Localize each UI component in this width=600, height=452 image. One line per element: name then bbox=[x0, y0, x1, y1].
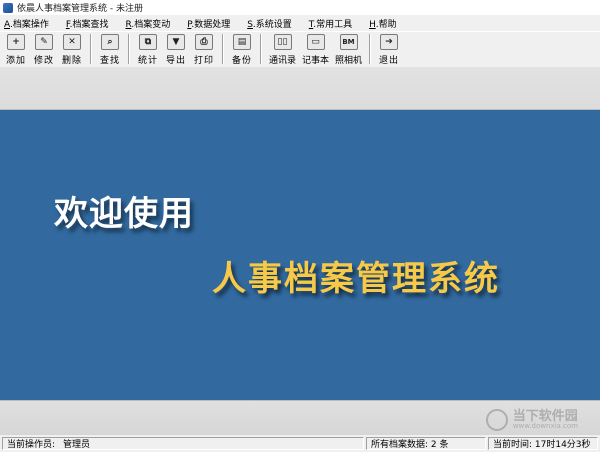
backup-button[interactable]: ▤ 备份 bbox=[228, 32, 256, 66]
notepad-button[interactable]: ▭ 记事本 bbox=[299, 32, 332, 66]
watermark-text: 当下软件园 www.downxia.com bbox=[512, 408, 578, 431]
toolbar-separator bbox=[90, 34, 92, 64]
pencil-icon: ✎ bbox=[35, 34, 53, 50]
magnifier-icon: ⌕ bbox=[101, 34, 119, 50]
welcome-panel: 欢迎使用 人事档案管理系统 bbox=[0, 110, 600, 400]
status-bar: 当前操作员: 管理员 所有档案数据: 2 条 当前时间: 17时14分3秒 bbox=[0, 435, 600, 452]
exit-button[interactable]: ➔ 退出 bbox=[375, 32, 403, 66]
copy-pages-icon: ⧉ bbox=[139, 34, 157, 50]
status-current-time: 当前时间: 17时14分3秒 bbox=[488, 437, 598, 450]
find-button-label: 查找 bbox=[99, 56, 120, 66]
camera-button[interactable]: BM 照相机 bbox=[332, 32, 365, 66]
toolbar: + 添加 ✎ 修改 ✕ 删除 ⌕ 查找 ⧉ 统计 ▼ 导出 ⎙ 打印 ▤ 备份 … bbox=[0, 31, 600, 68]
camera-bm-icon: BM bbox=[339, 34, 358, 50]
menu-system-settings[interactable]: S.系统设置 bbox=[243, 17, 297, 30]
print-button[interactable]: ⎙ 打印 bbox=[190, 32, 218, 66]
welcome-heading: 欢迎使用 bbox=[54, 194, 194, 234]
menu-common-tools[interactable]: T.常用工具 bbox=[305, 17, 357, 30]
menu-label: .常用工具 bbox=[313, 19, 353, 30]
notepad-icon: ▭ bbox=[306, 34, 325, 50]
menu-help[interactable]: H.帮助 bbox=[365, 17, 401, 30]
status-operator: 当前操作员: 管理员 bbox=[2, 437, 364, 450]
menu-label: .系统设置 bbox=[252, 19, 292, 30]
printer-icon: ⎙ bbox=[195, 34, 213, 50]
print-button-label: 打印 bbox=[193, 56, 214, 66]
menu-label: .档案变动 bbox=[131, 19, 171, 30]
app-icon bbox=[3, 2, 13, 13]
toolbar-group-output: ⧉ 统计 ▼ 导出 ⎙ 打印 bbox=[132, 32, 220, 66]
delete-button-label: 删除 bbox=[61, 56, 82, 66]
menu-label: .档案查找 bbox=[69, 19, 109, 30]
menu-bar: A.档案操作 F.档案查找 R.档案变动 P.数据处理 S.系统设置 T.常用工… bbox=[0, 15, 600, 31]
camera-button-label: 照相机 bbox=[334, 56, 362, 66]
menu-accelerator-key: H bbox=[369, 19, 376, 30]
toolbar-separator bbox=[128, 34, 130, 64]
contacts-button[interactable]: ▯▯ 通讯录 bbox=[266, 32, 299, 66]
menu-label: .档案操作 bbox=[10, 19, 49, 30]
bottom-gray-band: 当下软件园 www.downxia.com bbox=[0, 400, 600, 436]
stats-button-label: 统计 bbox=[137, 56, 158, 66]
delete-x-icon: ✕ bbox=[63, 34, 81, 50]
toolbar-separator bbox=[369, 34, 371, 64]
watermark: 当下软件园 www.downxia.com bbox=[485, 408, 578, 431]
backup-disk-icon: ▤ bbox=[233, 34, 251, 50]
toolbar-group-exit: ➔ 退出 bbox=[373, 32, 405, 66]
toolbar-group-edit: + 添加 ✎ 修改 ✕ 删除 bbox=[0, 32, 88, 66]
address-book-icon: ▯▯ bbox=[273, 34, 292, 50]
notepad-button-label: 记事本 bbox=[301, 56, 329, 66]
operator-value: 管理员 bbox=[63, 440, 91, 450]
toolbar-separator bbox=[260, 34, 262, 64]
operator-label: 当前操作员: bbox=[7, 440, 56, 450]
top-gray-band bbox=[0, 67, 600, 110]
menu-data-processing[interactable]: P.数据处理 bbox=[183, 17, 235, 30]
toolbar-group-find: ⌕ 查找 bbox=[94, 32, 126, 66]
toolbar-separator bbox=[222, 34, 224, 64]
export-down-icon: ▼ bbox=[167, 34, 185, 50]
stats-button[interactable]: ⧉ 统计 bbox=[134, 32, 162, 66]
menu-archive-operations[interactable]: A.档案操作 bbox=[0, 17, 54, 30]
menu-archive-changes[interactable]: R.档案变动 bbox=[121, 17, 175, 30]
edit-button[interactable]: ✎ 修改 bbox=[30, 32, 58, 66]
backup-button-label: 备份 bbox=[231, 56, 252, 66]
toolbar-group-tools: ▯▯ 通讯录 ▭ 记事本 BM 照相机 bbox=[264, 32, 367, 66]
menu-archive-search[interactable]: F.档案查找 bbox=[62, 17, 114, 30]
window-title: 依晨人事档案管理系统 - 未注册 bbox=[17, 4, 143, 14]
status-record-count: 所有档案数据: 2 条 bbox=[366, 437, 486, 450]
toolbar-group-backup: ▤ 备份 bbox=[226, 32, 258, 66]
exit-button-label: 退出 bbox=[378, 56, 399, 66]
title-bar: 依晨人事档案管理系统 - 未注册 bbox=[0, 0, 600, 15]
find-button[interactable]: ⌕ 查找 bbox=[96, 32, 124, 66]
contacts-button-label: 通讯录 bbox=[268, 56, 296, 66]
add-button-label: 添加 bbox=[5, 56, 26, 66]
menu-label: .帮助 bbox=[375, 19, 397, 30]
watermark-url: www.downxia.com bbox=[512, 422, 578, 431]
add-icon: + bbox=[7, 34, 25, 50]
watermark-logo-icon bbox=[485, 409, 508, 431]
add-button[interactable]: + 添加 bbox=[2, 32, 30, 66]
system-name-heading: 人事档案管理系统 bbox=[212, 259, 500, 299]
menu-label: .数据处理 bbox=[191, 19, 231, 30]
delete-button[interactable]: ✕ 删除 bbox=[58, 32, 86, 66]
watermark-title: 当下软件园 bbox=[512, 408, 578, 424]
export-button[interactable]: ▼ 导出 bbox=[162, 32, 190, 66]
export-button-label: 导出 bbox=[165, 56, 186, 66]
exit-arrow-icon: ➔ bbox=[380, 34, 398, 50]
edit-button-label: 修改 bbox=[33, 56, 54, 66]
